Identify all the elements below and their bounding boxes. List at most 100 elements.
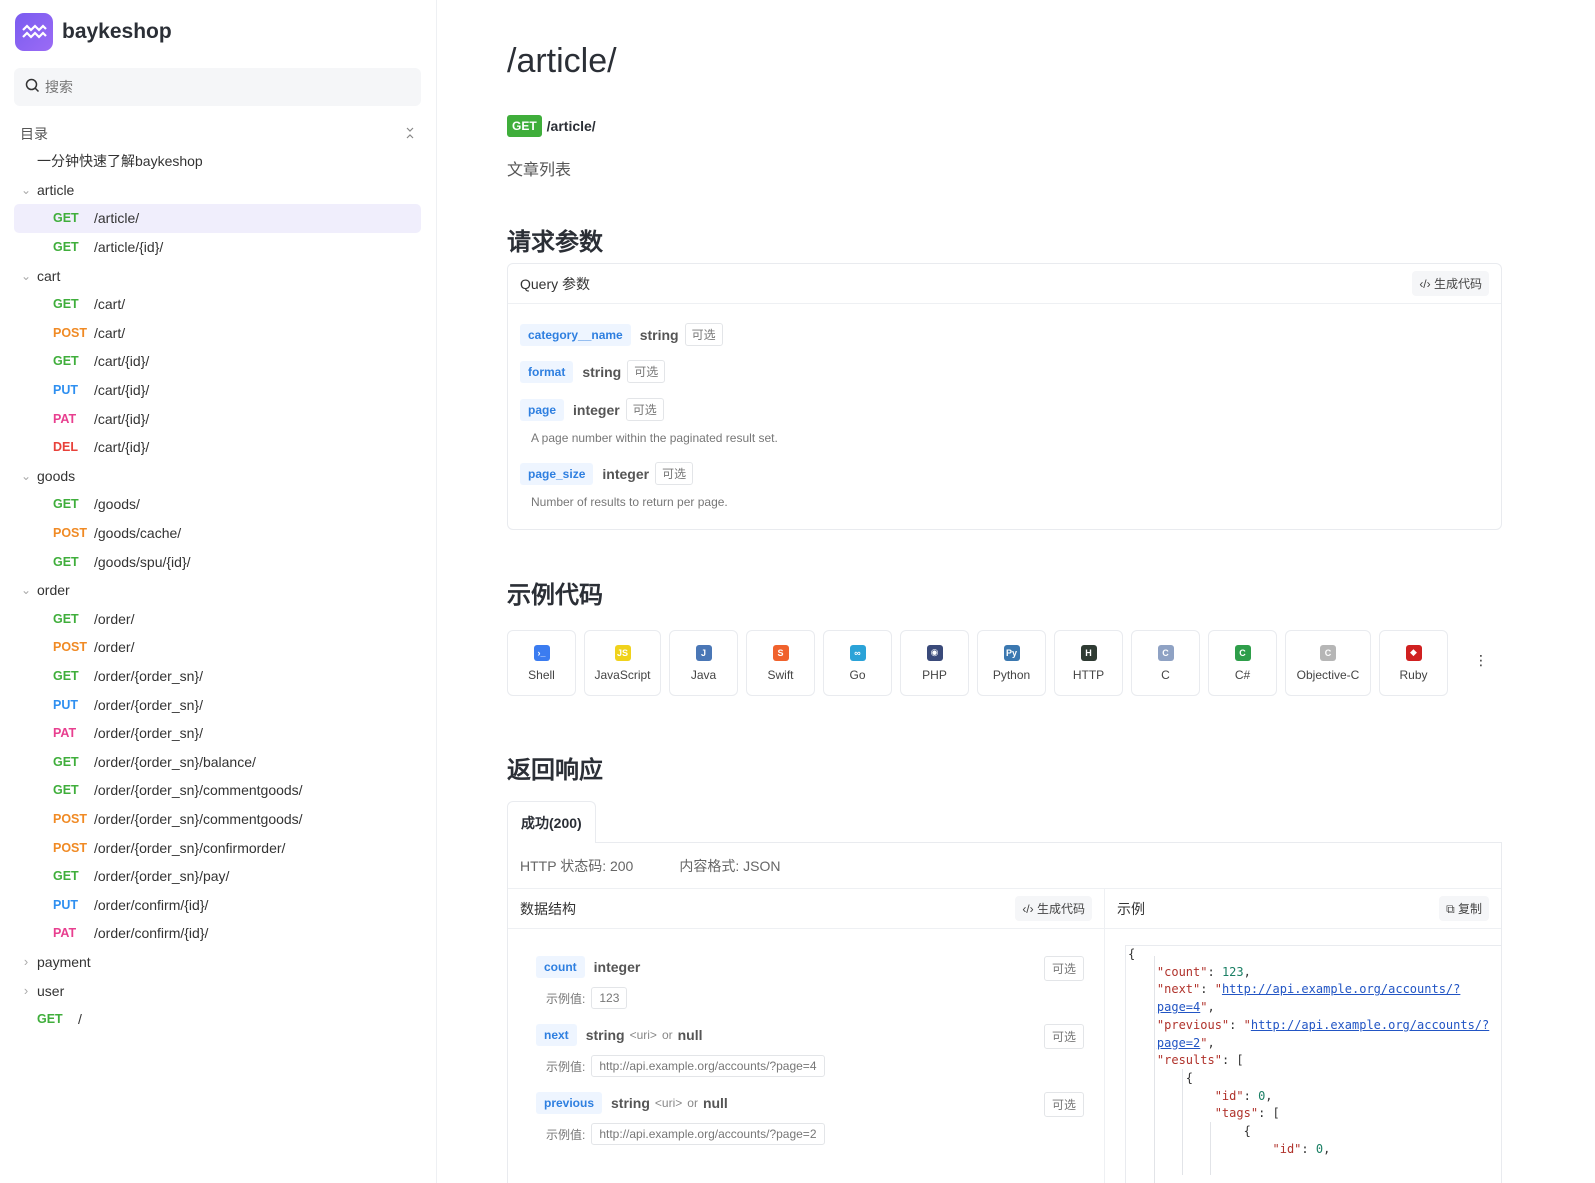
toc-api-item[interactable]: GET/cart/{id}/	[14, 347, 421, 376]
language-tab[interactable]: H HTTP	[1054, 630, 1123, 696]
toc-item-label: 一分钟快速了解baykeshop	[37, 153, 203, 170]
toc-api-item[interactable]: PAT/order/confirm/{id}/	[14, 919, 421, 948]
toc-api-item[interactable]: PUT/order/confirm/{id}/	[14, 890, 421, 919]
brand[interactable]: baykeshop	[15, 13, 172, 51]
json-line: "results": [	[1156, 1053, 1244, 1068]
json-link[interactable]: page=4	[1157, 1000, 1200, 1014]
language-tab[interactable]: JS JavaScript	[584, 630, 661, 696]
api-path: /cart/{id}/	[94, 410, 150, 427]
language-tab[interactable]: ◉ PHP	[900, 630, 969, 696]
toc-doc-item[interactable]: 一分钟快速了解baykeshop	[14, 147, 421, 176]
field-format: <uri>	[629, 1028, 657, 1042]
toc-api-item[interactable]: GET/order/{order_sn}/pay/	[14, 862, 421, 891]
toc-api-item[interactable]: GET/order/{order_sn}/balance/	[14, 747, 421, 776]
method-tag: POST	[53, 840, 88, 855]
chevron-down-icon: ⌄	[20, 468, 32, 483]
toc-group-user[interactable]: › user	[14, 976, 421, 1005]
method-tag: GET	[53, 754, 79, 769]
toc-group-article[interactable]: ⌄ article	[14, 176, 421, 205]
toc-api-item[interactable]: GET/goods/	[14, 490, 421, 519]
api-path: /article/{id}/	[94, 239, 164, 256]
search-box[interactable]	[14, 68, 421, 106]
json-line: "count": 123,	[1156, 964, 1251, 979]
toc-api-item[interactable]: PUT/order/{order_sn}/	[14, 690, 421, 719]
more-options-icon[interactable]: ⋮	[1474, 652, 1488, 669]
method-tag: GET	[53, 211, 79, 226]
language-tab[interactable]: C Objective-C	[1285, 630, 1371, 696]
toc-api-item[interactable]: POST/order/{order_sn}/confirmorder/	[14, 833, 421, 862]
generate-code-button[interactable]: ‹/› 生成代码	[1412, 271, 1489, 296]
example-header: 示例 ⧉ 复制	[1105, 889, 1501, 929]
response-panel: HTTP 状态码: 200 内容格式: JSON 数据结构 ‹/› 生成代码 c…	[507, 842, 1502, 1183]
example-value-label: 示例值:	[546, 1127, 586, 1142]
api-path: /cart/	[94, 296, 126, 313]
param-type: integer	[602, 465, 650, 482]
toc-label: 目录	[20, 126, 48, 142]
language-tab[interactable]: CC	[1131, 630, 1200, 696]
toc-api-item[interactable]: GET/cart/	[14, 290, 421, 319]
copy-button[interactable]: ⧉ 复制	[1439, 896, 1489, 921]
param-optional-tag: 可选	[684, 323, 723, 346]
param-optional-tag: 可选	[655, 462, 694, 485]
json-line: "next": "http://api.example.org/accounts…	[1156, 982, 1461, 997]
language-tab[interactable]: Py Python	[977, 630, 1046, 696]
toc-api-item[interactable]: DEL/cart/{id}/	[14, 433, 421, 462]
language-label: Objective-C	[1296, 667, 1360, 682]
toc-group-cart[interactable]: ⌄ cart	[14, 261, 421, 290]
toc-group-label: article	[37, 181, 75, 198]
language-tab[interactable]: ∞ Go	[823, 630, 892, 696]
toc-api-item[interactable]: POST/goods/cache/	[14, 519, 421, 548]
json-link[interactable]: page=2	[1157, 1036, 1200, 1050]
method-tag: GET	[53, 240, 79, 255]
toc-api-item[interactable]: PAT/order/{order_sn}/	[14, 719, 421, 748]
toc-api-item[interactable]: GET/order/{order_sn}/	[14, 662, 421, 691]
objc-icon: C	[1320, 644, 1336, 661]
toc-api-item[interactable]: GET/article/{id}/	[14, 233, 421, 262]
api-path: /	[78, 1011, 82, 1028]
tab-success-200[interactable]: 成功(200)	[507, 801, 596, 843]
toc-api-item[interactable]: POST/order/	[14, 633, 421, 662]
toc-api-item[interactable]: GET/article/	[14, 204, 421, 233]
schema-header: 数据结构 ‹/› 生成代码	[508, 889, 1104, 929]
method-tag: GET	[53, 611, 79, 626]
json-link[interactable]: http://api.example.org/accounts/?	[1222, 982, 1460, 996]
json-link[interactable]: http://api.example.org/accounts/?	[1251, 1018, 1489, 1032]
param-description: Number of results to return per page.	[531, 495, 728, 509]
http-icon: H	[1080, 644, 1097, 661]
content-format-label: 内容格式: JSON	[679, 857, 781, 874]
collapse-all-icon[interactable]	[405, 127, 415, 142]
language-tab[interactable]: C C#	[1208, 630, 1277, 696]
field-type: string	[611, 1095, 650, 1111]
method-tag: GET	[53, 497, 79, 512]
toc-group-order[interactable]: ⌄ order	[14, 576, 421, 605]
toc-api-item[interactable]: PAT/cart/{id}/	[14, 404, 421, 433]
toc-group-payment[interactable]: › payment	[14, 948, 421, 977]
example-value: http://api.example.org/accounts/?page=4	[591, 1055, 825, 1077]
toc-api-item[interactable]: GET/order/	[14, 605, 421, 634]
language-tab[interactable]: ›_ Shell	[507, 630, 576, 696]
ruby-icon: ◆	[1405, 644, 1422, 661]
toc-api-item[interactable]: GET /	[14, 1005, 421, 1034]
json-line: page=4",	[1156, 1000, 1215, 1015]
java-icon: J	[695, 644, 712, 661]
language-tab[interactable]: J Java	[669, 630, 738, 696]
method-badge: GET	[507, 115, 542, 137]
example-value-label: 示例值:	[546, 991, 586, 1006]
toc-api-item[interactable]: POST/cart/	[14, 319, 421, 348]
api-path: /order/{order_sn}/	[94, 667, 203, 684]
toc-api-item[interactable]: GET/order/{order_sn}/commentgoods/	[14, 776, 421, 805]
toc-group-goods[interactable]: ⌄ goods	[14, 462, 421, 491]
toc-api-item[interactable]: POST/order/{order_sn}/commentgoods/	[14, 805, 421, 834]
search-input[interactable]	[45, 79, 395, 95]
language-label: C#	[1234, 667, 1251, 682]
language-tab[interactable]: ◆ Ruby	[1379, 630, 1448, 696]
method-tag: GET	[37, 1012, 63, 1027]
schema-generate-code-button[interactable]: ‹/› 生成代码	[1015, 896, 1092, 921]
api-path: /cart/	[94, 324, 126, 341]
param-name: page	[520, 398, 565, 421]
param-optional-tag: 可选	[625, 398, 664, 421]
toc-api-item[interactable]: GET/goods/spu/{id}/	[14, 547, 421, 576]
method-tag: POST	[53, 811, 88, 826]
toc-api-item[interactable]: PUT/cart/{id}/	[14, 376, 421, 405]
language-tab[interactable]: S Swift	[746, 630, 815, 696]
